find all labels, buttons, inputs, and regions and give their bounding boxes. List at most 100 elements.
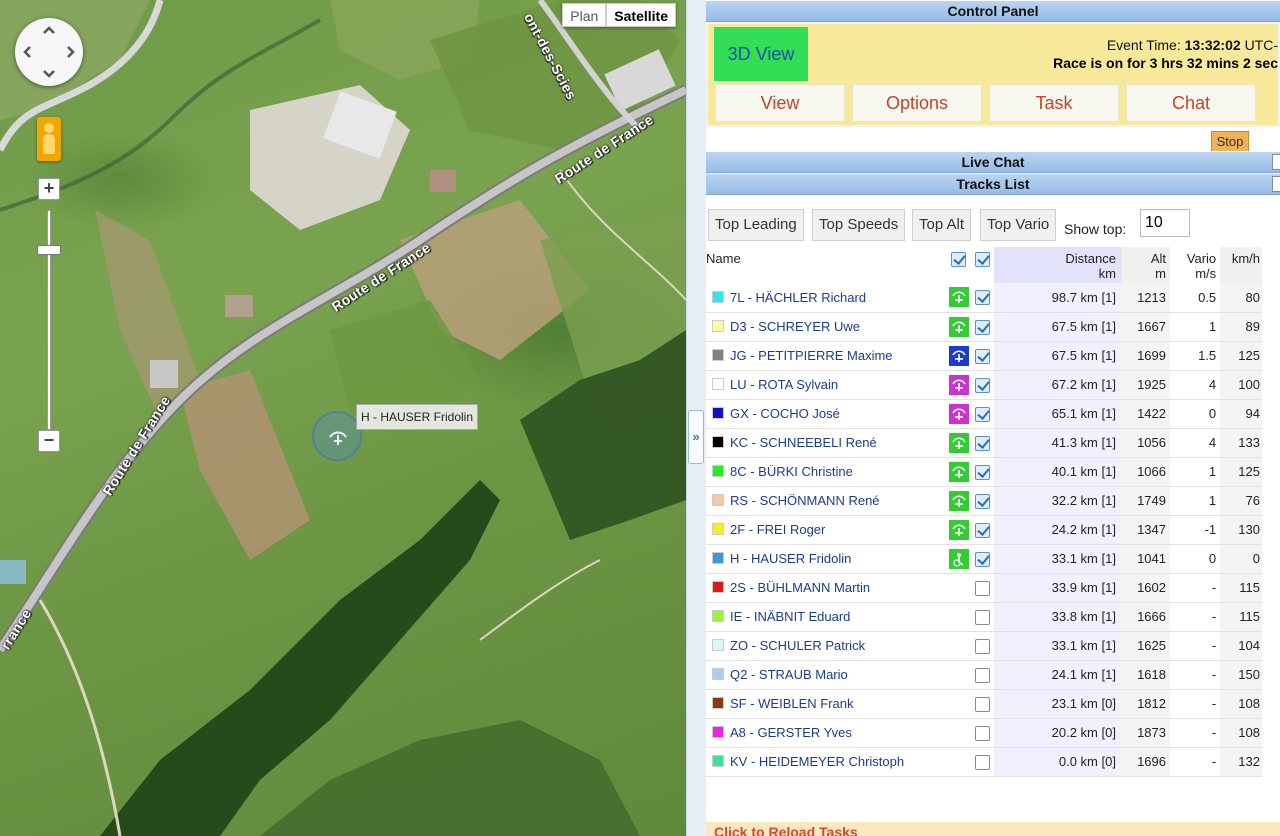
top-alt-button[interactable]: Top Alt [912,209,972,241]
pilot-name-cell[interactable]: SF - WEIBLEN Frank [706,689,947,719]
track-visible-checkbox[interactable] [975,609,991,625]
pilot-name[interactable]: A8 - GERSTER Yves [730,725,852,740]
table-row[interactable]: JG - PETITPIERRE Maxime 67.5 km [1] 1699 1.… [706,341,1262,371]
pilot-name[interactable]: 8C - BÜRKI Christine [730,464,853,479]
zoom-in-button[interactable]: + [38,178,60,200]
pilot-name[interactable]: RS - SCHÖNMANN René [730,493,880,508]
table-row[interactable]: D3 - SCHREYER Uwe 67.5 km [1] 1667 1 89 [706,312,1262,342]
track-visible-checkbox[interactable] [975,435,991,451]
track-visible-checkbox[interactable] [975,725,991,741]
pilot-name-cell[interactable]: KC - SCHNEEBELI René [706,428,947,458]
glider-status-icon[interactable] [948,316,969,337]
track-visible-checkbox[interactable] [975,551,991,567]
glider-status-icon[interactable] [948,432,969,453]
glider-status-icon[interactable] [948,403,969,424]
table-row[interactable]: GX - COCHO José 65.1 km [1] 1422 0 94 [706,399,1262,429]
track-visible-checkbox[interactable] [975,377,991,393]
table-row[interactable]: 2S - BÜHLMANN Martin 33.9 km [1] 1602-115 [706,573,1262,603]
table-row[interactable]: IE - INÄBNIT Eduard 33.8 km [1] 1666-115 [706,602,1262,632]
pilot-name[interactable]: IE - INÄBNIT Eduard [730,609,850,624]
col-distance[interactable]: Distance km [994,247,1122,283]
pilot-name[interactable]: 2S - BÜHLMANN Martin [730,580,870,595]
table-row[interactable]: KC - SCHNEEBELI René 41.3 km [1] 1056 4 133 [706,428,1262,458]
pilot-name-cell[interactable]: LU - ROTA Sylvain [706,370,947,400]
pilot-name[interactable]: JG - PETITPIERRE Maxime [730,348,893,363]
pilot-name-cell[interactable]: A8 - GERSTER Yves [706,718,947,748]
reload-task-bar[interactable]: Click to Reload Tasks [706,822,1280,836]
track-visible-checkbox[interactable] [975,348,991,364]
glider-status-icon[interactable] [948,490,969,511]
pilot-marker[interactable] [312,411,362,461]
glider-status-icon[interactable] [948,345,969,366]
pilot-name-cell[interactable]: ZO - SCHULER Patrick [706,631,947,661]
track-visible-checkbox[interactable] [975,667,991,683]
top-leading-button[interactable]: Top Leading [708,209,804,241]
street-view-pegman-icon[interactable] [37,117,61,161]
track-visible-checkbox[interactable] [975,464,991,480]
zoom-slider-thumb[interactable] [37,245,61,255]
pilot-name[interactable]: SF - WEIBLEN Frank [730,696,854,711]
collapse-icon[interactable] [1272,176,1280,192]
pilot-name-cell[interactable]: GX - COCHO José [706,399,947,429]
pilot-name-cell[interactable]: D3 - SCHREYER Uwe [706,312,947,342]
pilot-name[interactable]: D3 - SCHREYER Uwe [730,319,860,334]
glider-status-icon[interactable] [948,374,969,395]
col-vario[interactable]: Vario m/s [1170,247,1220,283]
zoom-slider-track[interactable] [47,210,51,430]
pilot-name-cell[interactable]: 2S - BÜHLMANN Martin [706,573,947,603]
pilot-name-cell[interactable]: H - HAUSER Fridolin [706,544,947,574]
top-vario-button[interactable]: Top Vario [980,209,1057,241]
tab-task[interactable]: Task [989,84,1119,122]
table-row[interactable]: 2F - FREI Roger 24.2 km [1] 1347 -1 130 [706,515,1262,545]
track-visible-checkbox[interactable] [975,754,991,770]
panel-splitter[interactable]: » [686,0,706,836]
pilot-name-cell[interactable]: RS - SCHÖNMANN René [706,486,947,516]
track-visible-checkbox[interactable] [975,522,991,538]
pilot-name[interactable]: LU - ROTA Sylvain [730,377,838,392]
stop-button[interactable]: Stop [1211,131,1249,153]
show-top-input[interactable] [1140,209,1190,237]
pilot-name[interactable]: Q2 - STRAUB Mario [730,667,848,682]
table-row[interactable]: H - HAUSER Fridolin 33.1 km [1] 1041 0 0 [706,544,1262,574]
pilot-name[interactable]: KC - SCHNEEBELI René [730,435,877,450]
tracks-list-header[interactable]: Tracks List [706,173,1280,195]
track-visible-checkbox[interactable] [975,638,991,654]
pilot-name-cell[interactable]: 8C - BÜRKI Christine [706,457,947,487]
select-all-track-checkbox[interactable] [975,252,991,268]
col-alt[interactable]: Alt m [1121,247,1170,283]
pilot-name-cell[interactable]: JG - PETITPIERRE Maxime [706,341,947,371]
pilot-name[interactable]: 7L - HÄCHLER Richard [730,290,866,305]
tab-chat[interactable]: Chat [1126,84,1256,122]
table-row[interactable]: 7L - HÄCHLER Richard 98.7 km [1] 1213 0.5 80 [706,283,1262,313]
pilot-name-cell[interactable]: IE - INÄBNIT Eduard [706,602,947,632]
select-all-checkbox[interactable] [951,252,967,268]
table-row[interactable]: 8C - BÜRKI Christine 40.1 km [1] 1066 1 125 [706,457,1262,487]
satellite-map[interactable]: Route de France Route de France Route de… [0,0,686,836]
map-type-plan-button[interactable]: Plan [562,3,607,27]
landed-status-icon[interactable] [948,548,969,569]
collapse-panel-handle[interactable]: » [688,410,704,464]
table-row[interactable]: RS - SCHÖNMANN René 32.2 km [1] 1749 1 76 [706,486,1262,516]
pilot-name-cell[interactable]: KV - HEIDEMEYER Christoph [706,747,947,777]
map-type-satellite-button[interactable]: Satellite [606,3,676,27]
tab-options[interactable]: Options [852,84,982,122]
table-row[interactable]: A8 - GERSTER Yves 20.2 km [0] 1873-108 [706,718,1262,748]
live-chat-header[interactable]: Live Chat [706,151,1280,173]
pan-control[interactable] [15,18,83,86]
pilot-name[interactable]: KV - HEIDEMEYER Christoph [730,754,904,769]
track-visible-checkbox[interactable] [975,580,991,596]
table-row[interactable]: Q2 - STRAUB Mario 24.1 km [1] 1618-150 [706,660,1262,690]
pilot-name-cell[interactable]: 2F - FREI Roger [706,515,947,545]
pilot-name[interactable]: GX - COCHO José [730,406,840,421]
top-speeds-button[interactable]: Top Speeds [812,209,906,241]
pilot-name[interactable]: 2F - FREI Roger [730,522,825,537]
track-visible-checkbox[interactable] [975,406,991,422]
track-visible-checkbox[interactable] [975,319,991,335]
collapse-icon[interactable] [1272,154,1280,170]
col-kmh[interactable]: km/h [1220,247,1262,283]
3d-view-button[interactable]: 3D View [714,27,808,81]
track-visible-checkbox[interactable] [975,290,991,306]
table-row[interactable]: SF - WEIBLEN Frank 23.1 km [0] 1812-108 [706,689,1262,719]
table-row[interactable]: LU - ROTA Sylvain 67.2 km [1] 1925 4 100 [706,370,1262,400]
col-name[interactable]: Name [706,247,946,283]
